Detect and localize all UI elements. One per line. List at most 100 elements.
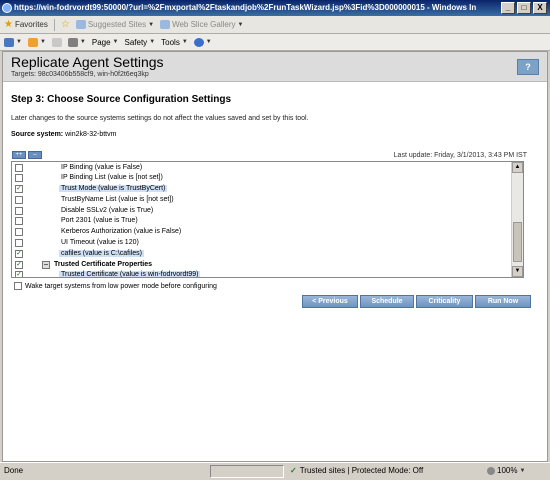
tree-row[interactable]: ✓ Trusted Certificate (value is win-fodrv… [12,270,512,277]
separator [53,18,55,31]
source-system-value: win2k8-32-bttvm [65,131,117,138]
tree-row[interactable]: Kerberos Authorization (value is False) [12,227,512,238]
setting-label: Trust Mode (value is TrustByCert) [59,185,168,193]
tree-row[interactable]: TrustByName List (value is [not set]) [12,194,512,205]
minimize-button[interactable]: _ [501,2,515,14]
page-icon [160,20,171,29]
scroll-down-icon[interactable]: ▼ [512,266,523,277]
run-now-button[interactable]: Run Now [475,295,531,308]
scroll-thumb[interactable] [513,222,522,262]
setting-label: Disable SSLv2 (value is True) [61,206,154,214]
status-panel [210,465,284,478]
setting-checkbox[interactable] [15,228,23,237]
collapse-icon[interactable]: − [42,260,50,269]
chevron-down-icon: ▼ [519,467,526,474]
help-menu[interactable]: ▼ [193,37,212,47]
add-favorites-icon[interactable]: ☆ [61,19,70,30]
window-title: https://win-fodrvordt99:50000/?url=%2Fmx… [14,3,476,12]
setting-checkbox[interactable]: ✓ [15,260,23,269]
maximize-button[interactable]: □ [517,2,531,14]
tree-row[interactable]: ✓ Trust Mode (value is TrustByCert) [12,184,512,195]
tree-scrollbar[interactable]: ▲ ▼ [511,162,523,277]
mail-icon [51,37,62,47]
scroll-up-icon[interactable]: ▲ [512,162,523,173]
page-header: Replicate Agent Settings Targets: 98c034… [3,52,547,82]
close-button[interactable]: X [533,2,547,14]
page-menu[interactable]: Page ▼ [92,38,119,47]
targets-label: Targets: 98c03406b558cf9, win-h0f2t6eq3k… [11,71,149,78]
tools-menu-label: Tools [161,37,180,47]
setting-checkbox[interactable] [15,195,23,204]
suggested-sites-button[interactable]: Suggested Sites ▼ [75,20,154,29]
setting-checkbox[interactable] [15,217,23,226]
chevron-down-icon: ▼ [39,39,46,45]
setting-checkbox[interactable] [15,174,23,183]
window-controls: _ □ X [501,2,547,14]
home-icon [4,37,14,47]
tree-row[interactable]: Port 2301 (value is True) [12,216,512,227]
print-button[interactable]: ▼ [67,37,86,47]
tools-menu[interactable]: Tools ▼ [161,38,188,47]
feeds-button[interactable]: ▼ [27,37,46,47]
security-zone[interactable]: ✓ Trusted sites | Protected Mode: Off [290,466,423,475]
chevron-down-icon: ▼ [181,39,188,45]
tree-row[interactable]: ✓ cafiles (value is C:\cafiles) [12,248,512,259]
favorites-label: Favorites [14,20,48,29]
step-note: Later changes to the source systems sett… [11,115,309,122]
ie-logo-icon [2,3,12,13]
tree-row[interactable]: IP Binding (value is False) [12,162,512,173]
setting-checkbox[interactable] [15,206,23,215]
chevron-down-icon: ▼ [149,39,156,45]
wake-option-label: Wake target systems from low power mode … [25,282,217,290]
safety-menu[interactable]: Safety ▼ [125,38,156,47]
setting-label: Trusted Certificate Properties [54,260,153,268]
checkmark-icon: ✓ [290,466,297,475]
step-title: Step 3: Choose Source Configuration Sett… [11,94,232,105]
setting-checkbox[interactable] [15,239,23,248]
mail-button[interactable] [51,37,62,47]
tree-row[interactable]: IP Binding List (value is [not set]) [12,173,512,184]
source-system-label: Source system: [11,131,64,138]
home-button[interactable]: ▼ [4,37,22,47]
wake-checkbox[interactable] [14,282,22,290]
feeds-icon [27,37,38,47]
expand-all-button[interactable]: ++ [12,151,26,159]
setting-label: IP Binding List (value is [not set]) [61,174,163,182]
suggested-sites-label: Suggested Sites [87,20,147,29]
setting-label: UI Timeout (value is 120) [61,239,139,247]
settings-tree-rows: IP Binding (value is False) IP Binding Li… [12,162,512,277]
chevron-down-icon: ▼ [237,21,244,28]
chevron-down-icon: ▼ [79,39,86,45]
setting-checkbox[interactable]: ✓ [15,249,23,258]
previous-button[interactable]: < Previous [302,295,358,308]
schedule-button[interactable]: Schedule [360,295,414,308]
print-icon [67,37,78,47]
page-title: Replicate Agent Settings [11,54,164,70]
web-slice-gallery-button[interactable]: Web Slice Gallery ▼ [160,20,243,29]
collapse-all-button[interactable]: -- [28,151,42,159]
chevron-down-icon: ▼ [16,39,22,45]
favorites-button[interactable]: ★ Favorites [4,19,48,30]
setting-label: Kerberos Authorization (value is False) [61,228,182,236]
web-slice-gallery-label: Web Slice Gallery [172,20,236,29]
setting-label: TrustByName List (value is [not set]) [61,195,174,203]
page-menu-label: Page [91,37,111,47]
help-button[interactable]: ? [517,59,539,75]
star-icon: ★ [4,19,13,30]
tree-group-row[interactable]: ✓ − Trusted Certificate Properties [12,259,512,270]
criticality-button[interactable]: Criticality [416,295,473,308]
chevron-down-icon: ▼ [112,39,119,45]
tree-row[interactable]: Disable SSLv2 (value is True) [12,205,512,216]
safety-menu-label: Safety [124,37,148,47]
setting-label: Port 2301 (value is True) [61,217,138,225]
tree-row[interactable]: UI Timeout (value is 120) [12,238,512,249]
setting-checkbox[interactable] [15,163,23,172]
chevron-down-icon: ▼ [205,39,212,45]
zoom-control[interactable]: 100% ▼ [487,466,525,475]
tree-toolbar: ++ -- [12,151,42,159]
wake-option[interactable]: Wake target systems from low power mode … [14,282,217,290]
setting-checkbox[interactable]: ✓ [15,271,23,277]
setting-checkbox[interactable]: ✓ [15,185,23,194]
setting-label: cafiles (value is C:\cafiles) [59,249,144,257]
settings-tree: IP Binding (value is False) IP Binding Li… [11,161,524,278]
